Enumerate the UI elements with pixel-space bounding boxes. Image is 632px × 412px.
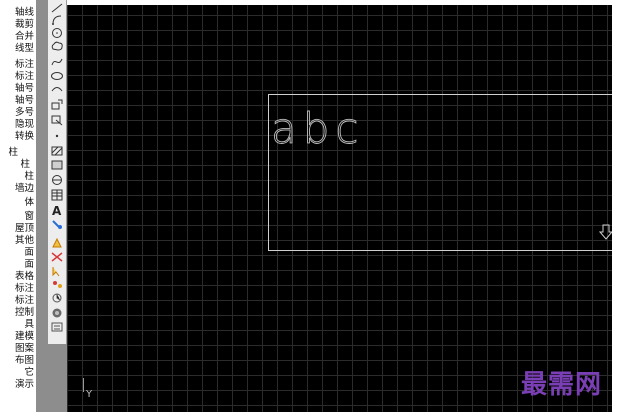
- menu-item[interactable]: 演示: [15, 379, 34, 390]
- menu-item[interactable]: 其他: [15, 235, 34, 246]
- select-2-icon[interactable]: [50, 278, 64, 290]
- menu-item[interactable]: 建模: [15, 331, 34, 342]
- menu-item[interactable]: 合并: [15, 31, 34, 42]
- menu-item[interactable]: 标注: [15, 71, 34, 82]
- line-tool-icon[interactable]: [50, 2, 64, 14]
- menu-item[interactable]: 表格: [15, 271, 34, 282]
- properties-icon[interactable]: [50, 292, 64, 304]
- menu-scroll-region: [36, 0, 48, 412]
- insert-block-icon[interactable]: [50, 99, 64, 111]
- menu-item[interactable]: 柱: [8, 147, 18, 158]
- menu-item[interactable]: 轴线: [15, 7, 34, 18]
- spline-tool-icon[interactable]: [50, 56, 64, 68]
- select-icon[interactable]: [50, 265, 64, 277]
- menu-item[interactable]: 图案: [15, 343, 34, 354]
- arc-tool-icon[interactable]: [50, 14, 64, 26]
- ellipse-arc-tool-icon[interactable]: [50, 84, 64, 96]
- side-menu: 轴线 裁剪 合并 线型 标注 标注 轴号 轴号 多号 隐现 转换 柱 柱 柱 墙…: [0, 0, 36, 412]
- menu-item[interactable]: 标注: [15, 283, 34, 294]
- menu-item[interactable]: 隐现: [15, 119, 34, 130]
- region-tool-icon[interactable]: [50, 174, 64, 186]
- table-tool-icon[interactable]: [50, 189, 64, 201]
- make-block-icon[interactable]: [50, 114, 64, 126]
- layer-2-icon[interactable]: [50, 321, 64, 333]
- palette-empty-area: [48, 344, 67, 412]
- menu-item[interactable]: 柱: [24, 171, 34, 182]
- menu-item[interactable]: 裁剪: [15, 19, 34, 30]
- drawing-canvas[interactable]: abc Y: [67, 0, 612, 412]
- cloud-tool-icon[interactable]: [50, 40, 64, 52]
- menu-item[interactable]: 标注: [15, 59, 34, 70]
- canvas-top-border: [67, 0, 612, 5]
- menu-item[interactable]: 窗: [24, 211, 34, 222]
- menu-item[interactable]: 轴号: [15, 95, 34, 106]
- watermark-logo: 最需网: [521, 370, 603, 400]
- menu-item[interactable]: 墙边: [15, 183, 34, 194]
- menu-item[interactable]: 具: [24, 319, 34, 330]
- menu-item[interactable]: 布图: [15, 355, 34, 366]
- layer-icon[interactable]: [50, 307, 64, 319]
- circle-tool-icon[interactable]: [50, 27, 64, 39]
- gradient-tool-icon[interactable]: [50, 159, 64, 171]
- match-props-icon[interactable]: [50, 237, 64, 249]
- down-arrow-icon[interactable]: [598, 224, 612, 242]
- menu-item[interactable]: 屋顶: [15, 223, 34, 234]
- menu-item[interactable]: 标注: [15, 295, 34, 306]
- text-tool-icon[interactable]: A: [50, 204, 64, 216]
- menu-item[interactable]: 它: [24, 367, 34, 378]
- canvas-text[interactable]: abc: [271, 104, 365, 154]
- menu-item[interactable]: 柱: [20, 159, 30, 170]
- menu-item[interactable]: 轴号: [15, 83, 34, 94]
- menu-item[interactable]: 面: [24, 247, 34, 258]
- menu-item[interactable]: 转换: [15, 131, 34, 142]
- menu-item[interactable]: 控制: [15, 307, 34, 318]
- canvas-right-border: [612, 0, 632, 412]
- menu-item[interactable]: 体: [24, 197, 34, 208]
- ucs-axis-icon: [83, 378, 84, 392]
- menu-item[interactable]: 面: [24, 259, 34, 270]
- point-tool-icon[interactable]: [50, 130, 64, 142]
- text-edit-icon[interactable]: [50, 218, 64, 230]
- svg-text:A: A: [52, 204, 62, 216]
- ellipse-tool-icon[interactable]: [50, 70, 64, 82]
- menu-item[interactable]: 多号: [15, 107, 34, 118]
- match-props-2-icon[interactable]: [50, 251, 64, 263]
- hatch-tool-icon[interactable]: [50, 145, 64, 157]
- menu-item[interactable]: 线型: [15, 43, 34, 54]
- ucs-y-label: Y: [86, 389, 93, 400]
